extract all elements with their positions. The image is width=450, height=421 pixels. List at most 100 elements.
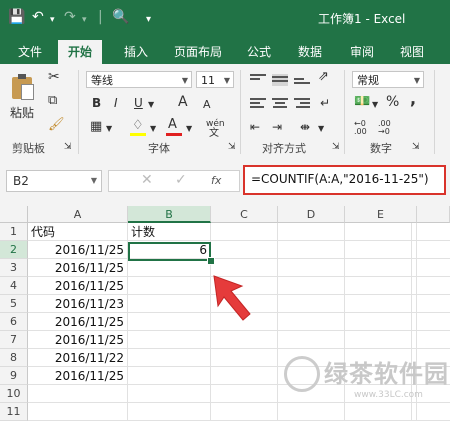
cut-icon[interactable]: ✂ [48, 70, 60, 84]
borders-dropdown-icon[interactable]: ▼ [106, 122, 112, 136]
cell-a1[interactable]: 代码 [28, 223, 128, 241]
accounting-dropdown-icon[interactable]: ▼ [372, 98, 378, 112]
copy-icon[interactable]: ⧉ [48, 94, 57, 108]
tab-insert[interactable]: 插入 [124, 43, 148, 60]
column-header-e[interactable]: E [345, 206, 417, 223]
cell-b3[interactable] [128, 259, 211, 277]
underline-dropdown-icon[interactable]: ▼ [148, 98, 154, 112]
tab-view[interactable]: 视图 [400, 43, 424, 60]
undo-dropdown-icon[interactable]: ▾ [50, 12, 55, 28]
column-header-partial[interactable] [417, 206, 450, 223]
row-header-8[interactable]: 8 [0, 349, 28, 367]
tab-data[interactable]: 数据 [298, 43, 322, 60]
tab-file[interactable]: 文件 [18, 43, 42, 60]
cell-a5[interactable]: 2016/11/23 [28, 295, 128, 313]
column-header-a[interactable]: A [28, 206, 128, 223]
tab-review[interactable]: 审阅 [350, 43, 374, 60]
cell-a2[interactable]: 2016/11/25 [28, 241, 128, 259]
italic-button[interactable]: I [114, 96, 118, 110]
align-bottom-icon[interactable] [294, 74, 310, 86]
column-header-b[interactable]: B [128, 206, 211, 223]
fill-color-icon[interactable]: ♢ [132, 119, 144, 133]
cell-b8[interactable] [128, 349, 211, 367]
percent-button[interactable]: % [386, 95, 399, 109]
row-header-10[interactable]: 10 [0, 385, 28, 403]
formula-input[interactable]: =COUNTIF(A:A,"2016-11-25") [243, 165, 446, 195]
comma-button[interactable]: , [410, 91, 416, 107]
cell-a10[interactable] [28, 385, 128, 403]
align-center-icon[interactable] [272, 98, 288, 110]
cell-a11[interactable] [28, 403, 128, 421]
undo-icon[interactable]: ↶ [32, 9, 44, 25]
cell-a3[interactable]: 2016/11/25 [28, 259, 128, 277]
name-box[interactable]: B2 ▼ [6, 170, 102, 192]
cell-a8[interactable]: 2016/11/22 [28, 349, 128, 367]
alignment-launcher-icon[interactable]: ⇲ [332, 140, 340, 154]
row-header-9[interactable]: 9 [0, 367, 28, 385]
select-all-corner[interactable] [0, 206, 28, 223]
increase-decimal-icon[interactable]: ←0.00 [354, 120, 367, 136]
redo-icon[interactable]: ↷ [64, 9, 76, 25]
font-launcher-icon[interactable]: ⇲ [228, 140, 236, 154]
insert-function-icon[interactable]: fx [211, 174, 221, 187]
tab-home[interactable]: 开始 [58, 40, 103, 66]
format-painter-icon[interactable]: 🖌 [48, 118, 65, 132]
cell-b11[interactable] [128, 403, 211, 421]
save-icon[interactable]: 💾 [8, 9, 25, 25]
fill-color-dropdown-icon[interactable]: ▼ [150, 122, 156, 136]
align-right-icon[interactable] [294, 98, 310, 110]
merge-center-icon[interactable]: ⇼ [300, 120, 310, 134]
font-color-dropdown-icon[interactable]: ▼ [186, 122, 192, 136]
grow-font-button[interactable]: A [178, 95, 188, 109]
number-format-dropdown[interactable]: 常规 ▼ [352, 71, 424, 88]
column-header-d[interactable]: D [278, 206, 345, 223]
print-preview-icon[interactable]: 🔍 [112, 9, 129, 25]
underline-button[interactable]: U [134, 96, 143, 110]
row-header-11[interactable]: 11 [0, 403, 28, 421]
wrap-text-icon[interactable]: ↵ [320, 96, 330, 110]
accounting-format-icon[interactable]: 💵 [354, 95, 370, 109]
align-left-icon[interactable] [250, 98, 266, 110]
row-header-7[interactable]: 7 [0, 331, 28, 349]
decrease-indent-icon[interactable]: ⇤ [250, 120, 260, 134]
number-launcher-icon[interactable]: ⇲ [412, 140, 420, 154]
clipboard-launcher-icon[interactable]: ⇲ [64, 140, 72, 154]
cell-a4[interactable]: 2016/11/25 [28, 277, 128, 295]
increase-indent-icon[interactable]: ⇥ [272, 120, 282, 134]
font-size-dropdown[interactable]: 11 ▼ [196, 71, 234, 88]
paste-button[interactable]: 粘贴 [10, 106, 34, 120]
row-header-3[interactable]: 3 [0, 259, 28, 277]
cell-a6[interactable]: 2016/11/25 [28, 313, 128, 331]
row-header-5[interactable]: 5 [0, 295, 28, 313]
paste-icon[interactable] [12, 74, 34, 100]
cell-b9[interactable] [128, 367, 211, 385]
align-top-icon[interactable] [250, 74, 266, 86]
cell-b7[interactable] [128, 331, 211, 349]
font-color-button[interactable]: A [168, 118, 177, 132]
enter-icon[interactable]: ✓ [175, 172, 187, 188]
font-name-dropdown[interactable]: 等线 ▼ [86, 71, 192, 88]
orientation-icon[interactable]: ⇗ [318, 70, 329, 84]
redo-dropdown-icon[interactable]: ▾ [82, 12, 87, 28]
tab-page-layout[interactable]: 页面布局 [174, 43, 222, 60]
cell-a9[interactable]: 2016/11/25 [28, 367, 128, 385]
borders-icon[interactable]: ▦ [90, 120, 102, 134]
row-header-4[interactable]: 4 [0, 277, 28, 295]
row-header-2[interactable]: 2 [0, 241, 28, 259]
customize-qat-icon[interactable]: ▾ [146, 12, 151, 28]
column-header-c[interactable]: C [211, 206, 278, 223]
align-middle-icon[interactable] [272, 74, 288, 86]
cancel-icon[interactable]: ✕ [141, 172, 153, 188]
cell-a7[interactable]: 2016/11/25 [28, 331, 128, 349]
cell-b10[interactable] [128, 385, 211, 403]
decrease-decimal-icon[interactable]: .00 →0 [378, 120, 391, 136]
cell-b1[interactable]: 计数 [128, 223, 211, 241]
cell-b4[interactable] [128, 277, 211, 295]
bold-button[interactable]: B [92, 96, 101, 110]
row-header-6[interactable]: 6 [0, 313, 28, 331]
cell-b6[interactable] [128, 313, 211, 331]
shrink-font-button[interactable]: A [203, 98, 211, 112]
tab-formulas[interactable]: 公式 [247, 43, 271, 60]
cell-b5[interactable] [128, 295, 211, 313]
merge-dropdown-icon[interactable]: ▼ [318, 122, 324, 136]
